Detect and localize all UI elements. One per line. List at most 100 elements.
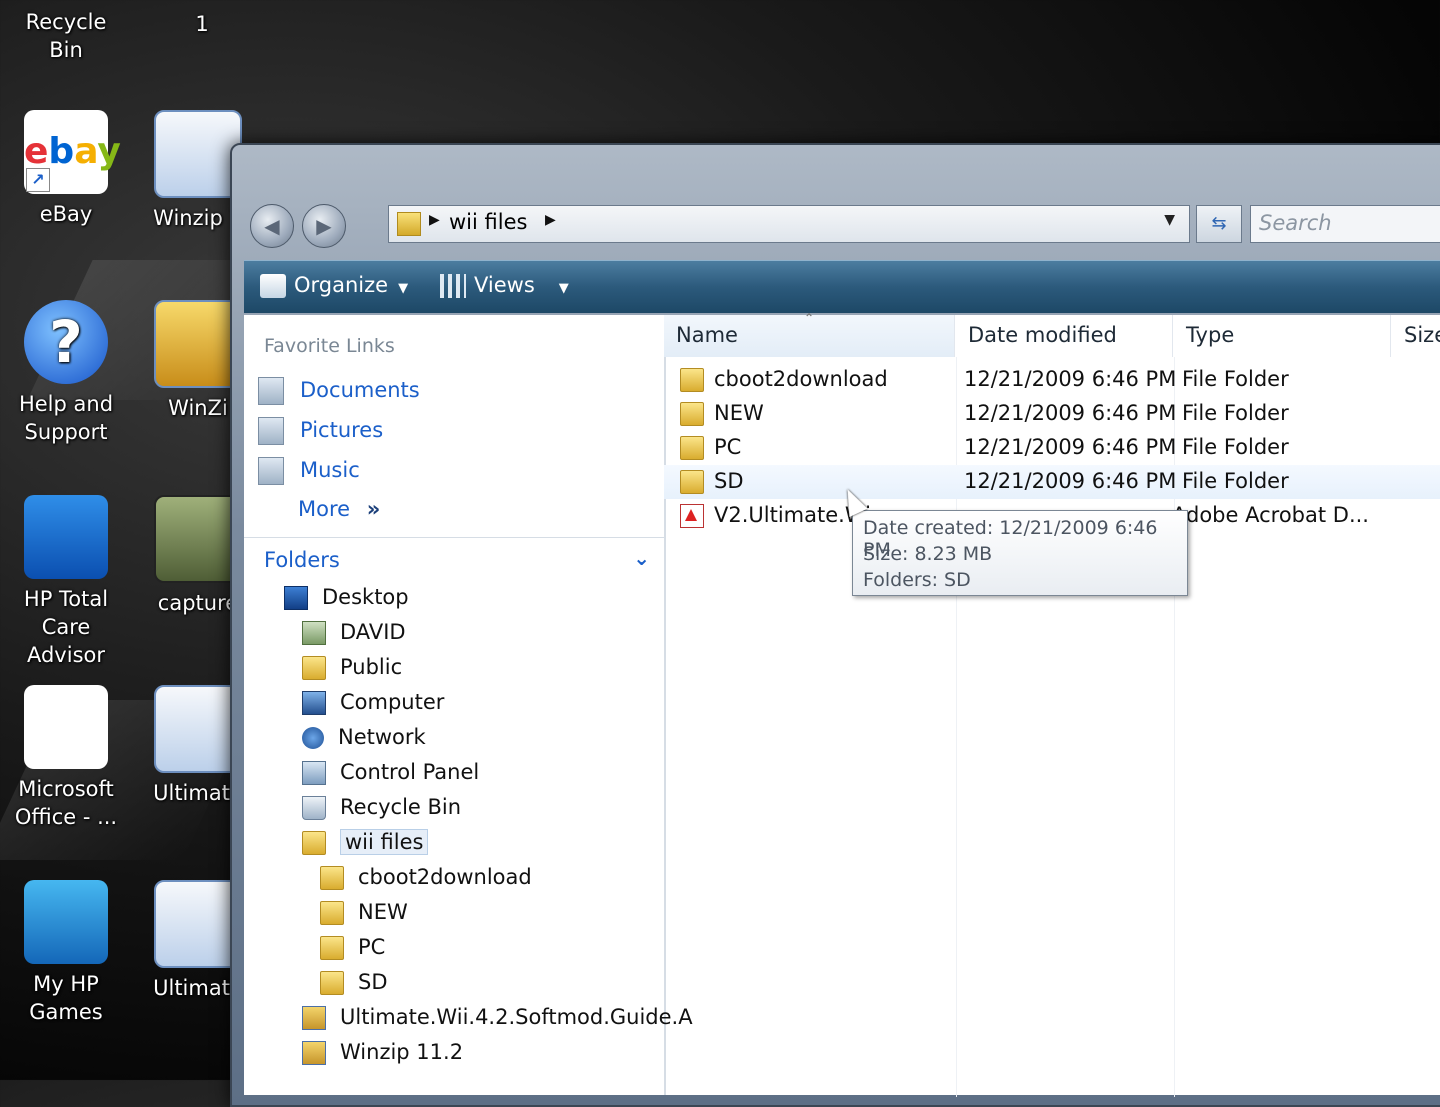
views-button[interactable]: Views ▼ bbox=[440, 273, 569, 298]
tree-item-sd[interactable]: SD bbox=[320, 970, 388, 995]
favorite-documents[interactable]: Documents bbox=[258, 377, 420, 405]
tree-item-control-panel[interactable]: Control Panel bbox=[302, 760, 479, 785]
folder-icon bbox=[397, 212, 421, 236]
file-type: File Folder bbox=[1182, 367, 1289, 391]
winzip-icon bbox=[154, 685, 242, 773]
favorite-more[interactable]: More » bbox=[298, 497, 380, 521]
tree-item-david[interactable]: DAVID bbox=[302, 620, 406, 645]
music-icon bbox=[258, 457, 284, 485]
navigation-bar: ◀ ▶ ▶ wii files ▶ ▼ ⇆ Search bbox=[246, 200, 1440, 250]
desktop-icon-label: eBay bbox=[39, 202, 93, 226]
desktop-icon bbox=[284, 586, 308, 610]
file-date: 12/21/2009 6:46 PM bbox=[964, 367, 1177, 391]
address-dropdown-icon[interactable]: ▼ bbox=[1164, 212, 1175, 228]
desktop-icon-hp-total-care[interactable]: HP Total Care Advisor bbox=[6, 495, 126, 669]
column-header-name[interactable]: Name ⌃ bbox=[664, 311, 955, 357]
more-chevron-icon: » bbox=[366, 497, 381, 521]
file-name: PC bbox=[714, 435, 742, 459]
desktop-icon-label: Microsoft Office - ... bbox=[14, 777, 118, 829]
breadcrumb-arrow-icon[interactable]: ▶ bbox=[545, 212, 556, 228]
tree-item-wii-files[interactable]: wii files bbox=[302, 829, 429, 855]
desktop-icon-ebay[interactable]: ebay ↗ eBay bbox=[6, 110, 126, 228]
tree-label: Control Panel bbox=[340, 760, 480, 784]
folders-title: Folders bbox=[264, 548, 340, 572]
zip-file-icon bbox=[302, 1041, 326, 1065]
file-date: 12/21/2009 6:46 PM bbox=[964, 435, 1177, 459]
tree-item-ultimate-guide[interactable]: Ultimate.Wii.4.2.Softmod.Guide.A bbox=[302, 1005, 693, 1030]
folder-icon bbox=[320, 866, 344, 890]
file-date: 12/21/2009 6:46 PM bbox=[964, 401, 1177, 425]
computer-icon bbox=[302, 691, 326, 715]
favorite-music[interactable]: Music bbox=[258, 457, 360, 485]
back-button[interactable]: ◀ bbox=[250, 204, 294, 248]
breadcrumb-arrow-icon[interactable]: ▶ bbox=[429, 212, 440, 228]
office-icon bbox=[24, 685, 108, 769]
file-name: cboot2download bbox=[714, 367, 888, 391]
folder-icon bbox=[320, 936, 344, 960]
network-icon bbox=[302, 727, 324, 749]
tree-item-recycle-bin[interactable]: Recycle Bin bbox=[302, 795, 461, 820]
tree-item-winzip[interactable]: Winzip 11.2 bbox=[302, 1040, 463, 1065]
tree-item-desktop[interactable]: Desktop bbox=[284, 585, 409, 610]
tree-label: Recycle Bin bbox=[340, 795, 462, 819]
search-placeholder: Search bbox=[1259, 211, 1332, 235]
folder-icon bbox=[320, 901, 344, 925]
tree-item-new[interactable]: NEW bbox=[320, 900, 408, 925]
column-label: Type bbox=[1186, 323, 1235, 347]
desktop-icon-microsoft-office[interactable]: Microsoft Office - ... bbox=[6, 685, 126, 831]
file-list: Name ⌃ Date modified Type Size cboot2down… bbox=[664, 311, 1440, 1097]
ebay-icon: ebay ↗ bbox=[24, 110, 121, 194]
shortcut-arrow-icon: ↗ bbox=[26, 168, 50, 192]
tree-item-public[interactable]: Public bbox=[302, 655, 402, 680]
organize-button[interactable]: Organize ▼ bbox=[260, 273, 408, 298]
tree-label: Desktop bbox=[322, 585, 409, 609]
tree-item-computer[interactable]: Computer bbox=[302, 690, 444, 715]
breadcrumb-wii-files[interactable]: wii files bbox=[449, 210, 527, 234]
file-type: File Folder bbox=[1182, 435, 1289, 459]
tree-item-pc[interactable]: PC bbox=[320, 935, 385, 960]
desktop-icon-label: HP Total Care Advisor bbox=[23, 587, 109, 667]
file-row[interactable]: SD 12/21/2009 6:46 PM File Folder bbox=[664, 465, 1440, 499]
control-panel-icon bbox=[302, 761, 326, 785]
forward-button[interactable]: ▶ bbox=[302, 204, 346, 248]
tree-label: SD bbox=[358, 970, 388, 994]
search-input[interactable]: Search bbox=[1250, 205, 1440, 243]
desktop-icon-label: My HP Games bbox=[29, 972, 103, 1024]
favorite-label: Pictures bbox=[300, 418, 384, 442]
refresh-button[interactable]: ⇆ bbox=[1196, 205, 1242, 243]
file-row[interactable]: PC 12/21/2009 6:46 PM File Folder bbox=[664, 431, 1440, 465]
tooltip-size: Size: 8.23 MB bbox=[863, 543, 993, 565]
file-row[interactable]: cboot2download 12/21/2009 6:46 PM File F… bbox=[664, 363, 1440, 397]
tree-label: Public bbox=[340, 655, 403, 679]
column-header-type[interactable]: Type bbox=[1174, 315, 1391, 357]
folder-icon bbox=[302, 656, 326, 680]
user-folder-icon bbox=[302, 621, 326, 645]
organize-label: Organize bbox=[294, 273, 389, 297]
address-bar[interactable]: ▶ wii files ▶ ▼ bbox=[388, 205, 1190, 243]
explorer-window: ◀ ▶ ▶ wii files ▶ ▼ ⇆ Search Organize ▼ V… bbox=[230, 143, 1440, 1107]
tree-label: PC bbox=[358, 935, 386, 959]
desktop-icon-help[interactable]: ? Help and Support bbox=[6, 300, 126, 446]
tree-item-network[interactable]: Network bbox=[302, 725, 426, 749]
favorite-pictures[interactable]: Pictures bbox=[258, 417, 383, 445]
file-row[interactable]: NEW 12/21/2009 6:46 PM File Folder bbox=[664, 397, 1440, 431]
desktop-icon-label: Help and Support bbox=[18, 392, 114, 444]
desktop-icon-my-hp-games[interactable]: My HP Games bbox=[6, 880, 126, 1026]
tree-label: DAVID bbox=[340, 620, 406, 644]
folders-header[interactable]: Folders ⌄ bbox=[244, 537, 664, 582]
sort-ascending-icon: ⌃ bbox=[804, 311, 815, 325]
column-header-size[interactable]: Size bbox=[1392, 315, 1440, 357]
tree-label: cboot2download bbox=[358, 865, 532, 889]
help-icon: ? bbox=[24, 300, 108, 384]
column-header-date[interactable]: Date modified bbox=[956, 315, 1173, 357]
views-icon bbox=[440, 274, 466, 298]
tree-item-cboot2download[interactable]: cboot2download bbox=[320, 865, 532, 890]
desktop-icon-1[interactable]: 1 bbox=[142, 10, 262, 38]
pictures-icon bbox=[258, 417, 284, 445]
file-type: File Folder bbox=[1182, 469, 1289, 493]
column-label: Date modified bbox=[968, 323, 1117, 347]
favorite-links-title: Favorite Links bbox=[264, 335, 395, 357]
tree-label: Network bbox=[338, 725, 426, 749]
column-label: Name bbox=[676, 323, 738, 347]
desktop-icon-recycle-bin[interactable]: Recycle Bin bbox=[6, 8, 126, 64]
